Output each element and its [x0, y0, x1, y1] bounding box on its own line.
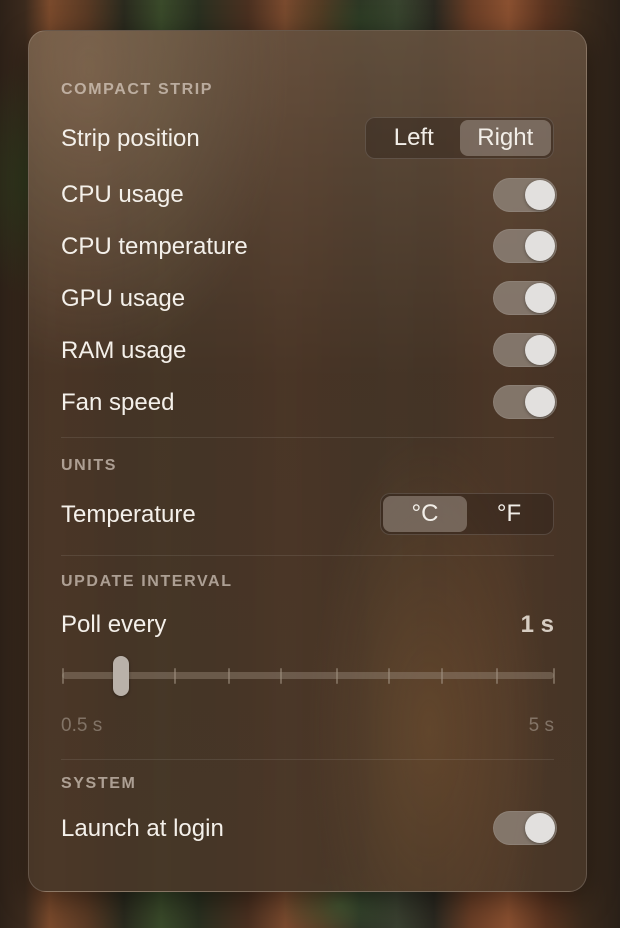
section-header-compact-strip: COMPACT STRIP	[61, 81, 214, 98]
slider-tick	[496, 668, 498, 684]
slider-tick	[553, 668, 555, 684]
poll-every-label: Poll every	[61, 611, 167, 638]
section-divider	[61, 437, 554, 438]
slider-max-label: 5 s	[528, 715, 554, 736]
temperature-fahrenheit-option[interactable]: °F	[467, 496, 551, 532]
section-header-system: SYSTEM	[61, 775, 137, 792]
toggle-knob	[525, 283, 555, 313]
toggle-knob	[525, 231, 555, 261]
settings-panel: COMPACT STRIP Strip position Left Right …	[28, 30, 587, 892]
section-divider	[61, 759, 554, 760]
toggle-knob	[525, 387, 555, 417]
section-header-update-interval: UPDATE INTERVAL	[61, 573, 233, 590]
cpu-temperature-toggle[interactable]	[493, 229, 557, 263]
slider-tick	[336, 668, 338, 684]
slider-thumb[interactable]	[113, 656, 129, 696]
strip-position-label: Strip position	[61, 125, 200, 152]
gpu-usage-label: GPU usage	[61, 285, 186, 312]
temperature-celsius-option[interactable]: °C	[383, 496, 467, 532]
launch-at-login-label: Launch at login	[61, 815, 224, 842]
slider-tick	[388, 668, 390, 684]
ram-usage-label: RAM usage	[61, 337, 187, 364]
fan-speed-label: Fan speed	[61, 389, 175, 416]
cpu-usage-label: CPU usage	[61, 181, 184, 208]
slider-tick	[174, 668, 176, 684]
fan-speed-toggle[interactable]	[493, 385, 557, 419]
strip-position-left-option[interactable]: Left	[368, 120, 460, 156]
ram-usage-toggle[interactable]	[493, 333, 557, 367]
cpu-temperature-label: CPU temperature	[61, 233, 248, 260]
gpu-usage-toggle[interactable]	[493, 281, 557, 315]
temperature-unit-segmented-control: °C °F	[380, 493, 554, 535]
strip-position-segmented-control: Left Right	[365, 117, 554, 159]
section-header-units: UNITS	[61, 457, 117, 474]
slider-tick	[62, 668, 64, 684]
slider-tick	[441, 668, 443, 684]
poll-interval-value: 1 s	[520, 611, 554, 638]
cpu-usage-toggle[interactable]	[493, 178, 557, 212]
launch-at-login-toggle[interactable]	[493, 811, 557, 845]
toggle-knob	[525, 180, 555, 210]
strip-position-right-option[interactable]: Right	[459, 120, 551, 156]
slider-tick	[280, 668, 282, 684]
temperature-label: Temperature	[61, 501, 196, 528]
toggle-knob	[525, 335, 555, 365]
toggle-knob	[525, 813, 555, 843]
slider-min-label: 0.5 s	[61, 715, 103, 736]
slider-track[interactable]	[62, 672, 554, 679]
slider-tick	[228, 668, 230, 684]
section-divider	[61, 555, 554, 556]
